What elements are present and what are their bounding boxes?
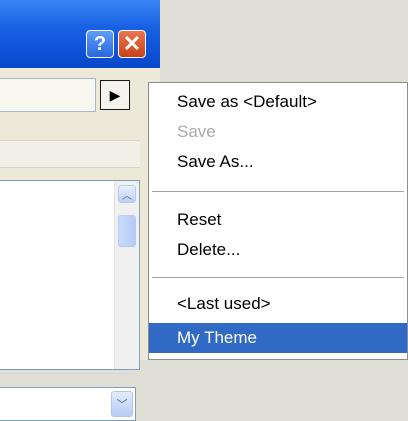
theme-name-field[interactable] (0, 78, 96, 112)
menu-item-reset[interactable]: Reset (149, 205, 407, 235)
chevron-down-icon: ﹀ (116, 399, 128, 411)
scroll-up-button[interactable]: ︿ (118, 185, 136, 203)
help-button[interactable]: ? (86, 30, 114, 58)
vertical-scrollbar[interactable]: ︿ (114, 181, 139, 369)
menu-item-delete[interactable]: Delete... (149, 235, 407, 265)
arrow-right-icon: ▶ (109, 86, 121, 103)
chevron-up-icon: ︿ (122, 190, 132, 202)
theme-menu-arrow-button[interactable]: ▶ (100, 80, 130, 110)
menu-separator (152, 277, 404, 278)
menu-separator (152, 191, 404, 192)
menu-item-save-as-default[interactable]: Save as <Default> (149, 87, 407, 117)
dropdown-button[interactable]: ﹀ (111, 391, 133, 417)
close-button[interactable]: ✕ (118, 30, 146, 58)
divider (0, 373, 130, 374)
menu-item-last-used[interactable]: <Last used> (149, 289, 407, 319)
settings-dropdown[interactable]: ﹀ (0, 387, 136, 421)
dialog-client-area: ▶ ︿ ﹀ (0, 68, 160, 421)
scroll-thumb[interactable] (118, 215, 136, 247)
menu-item-my-theme[interactable]: My Theme (149, 323, 407, 353)
menu-item-save-as[interactable]: Save As... (149, 147, 407, 177)
settings-list[interactable]: ︿ ﹀ (0, 180, 140, 421)
dialog-window: ? ✕ ▶ ︿ ﹀ (0, 0, 160, 421)
disabled-field (0, 140, 140, 168)
theme-context-menu: Save as <Default> Save Save As... Reset … (148, 82, 408, 360)
title-bar: ? ✕ (0, 0, 160, 68)
menu-item-save: Save (177, 122, 216, 141)
